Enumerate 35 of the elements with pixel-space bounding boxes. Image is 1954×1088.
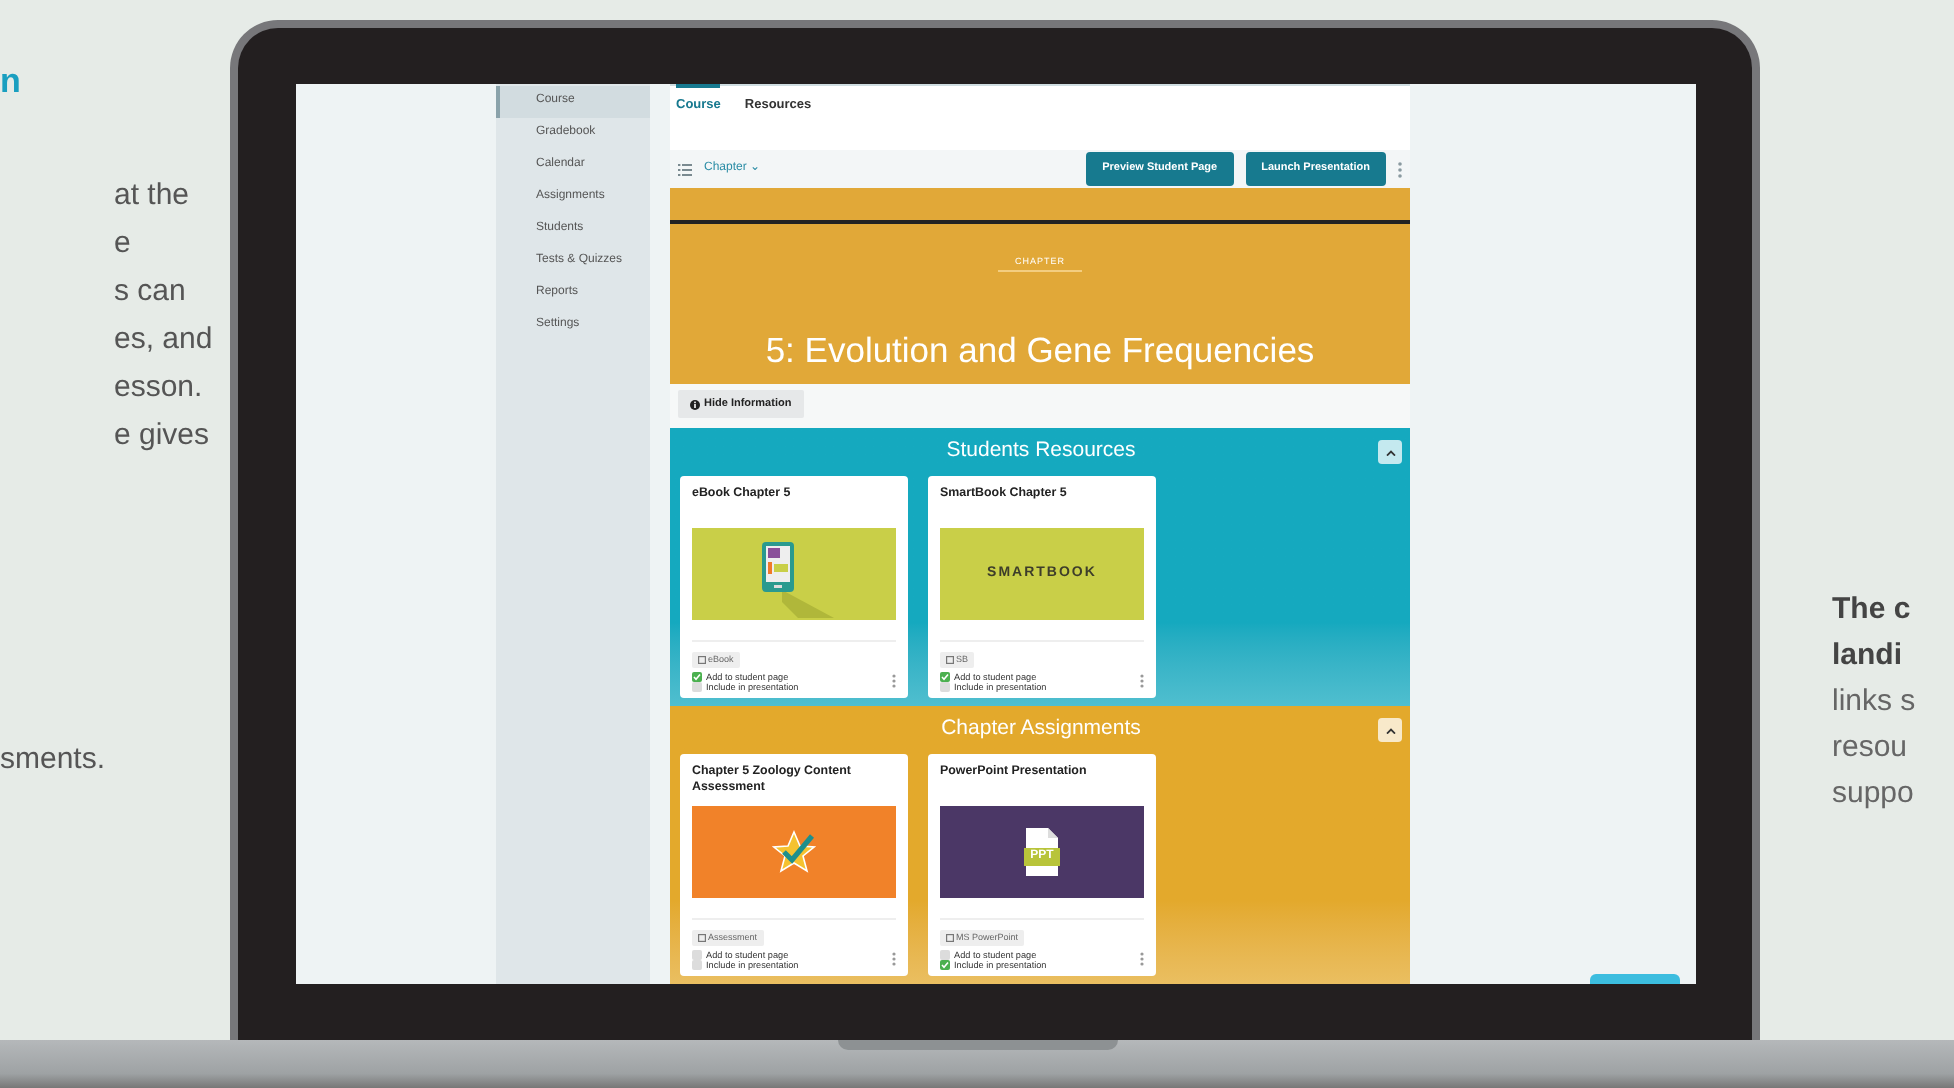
text-line: sments. (0, 740, 106, 780)
checkbox[interactable] (940, 950, 950, 960)
checkbox[interactable] (692, 672, 702, 682)
file-icon (946, 934, 954, 942)
text-line: links s (1832, 682, 1916, 722)
file-icon (698, 934, 706, 942)
file-icon (698, 656, 706, 664)
list-icon (678, 163, 692, 175)
heading-line: landi (1832, 636, 1903, 676)
checkbox[interactable] (940, 672, 950, 682)
heading-line: The c (1832, 590, 1911, 630)
text-line: suppo (1832, 774, 1914, 814)
text-line: esson. (112, 368, 203, 408)
text-line: es, and (112, 320, 213, 360)
heading-fragment: n (0, 60, 21, 104)
section-title: Chapter Assignments (939, 714, 1143, 745)
checkbox[interactable] (692, 950, 702, 960)
text-line: e gives (112, 416, 210, 456)
checkbox[interactable] (692, 960, 702, 970)
collapse-button[interactable] (1378, 440, 1402, 464)
text-line: at the (112, 176, 190, 216)
info-icon (690, 399, 700, 410)
text-line: e (112, 224, 131, 264)
checkbox[interactable] (692, 682, 702, 692)
checkbox[interactable] (940, 682, 950, 692)
chevron-up-icon (1385, 449, 1395, 455)
star-check-icon (772, 830, 816, 874)
chevron-up-icon (1385, 727, 1395, 733)
file-icon (946, 656, 954, 664)
section-title: Students Resources (944, 436, 1138, 467)
checkbox[interactable] (940, 960, 950, 970)
chapter-title: 5: Evolution and Gene Frequencies (765, 328, 1315, 375)
collapse-button[interactable] (1378, 718, 1402, 742)
text-line: s can (112, 272, 186, 312)
text-line: resou (1832, 728, 1908, 768)
